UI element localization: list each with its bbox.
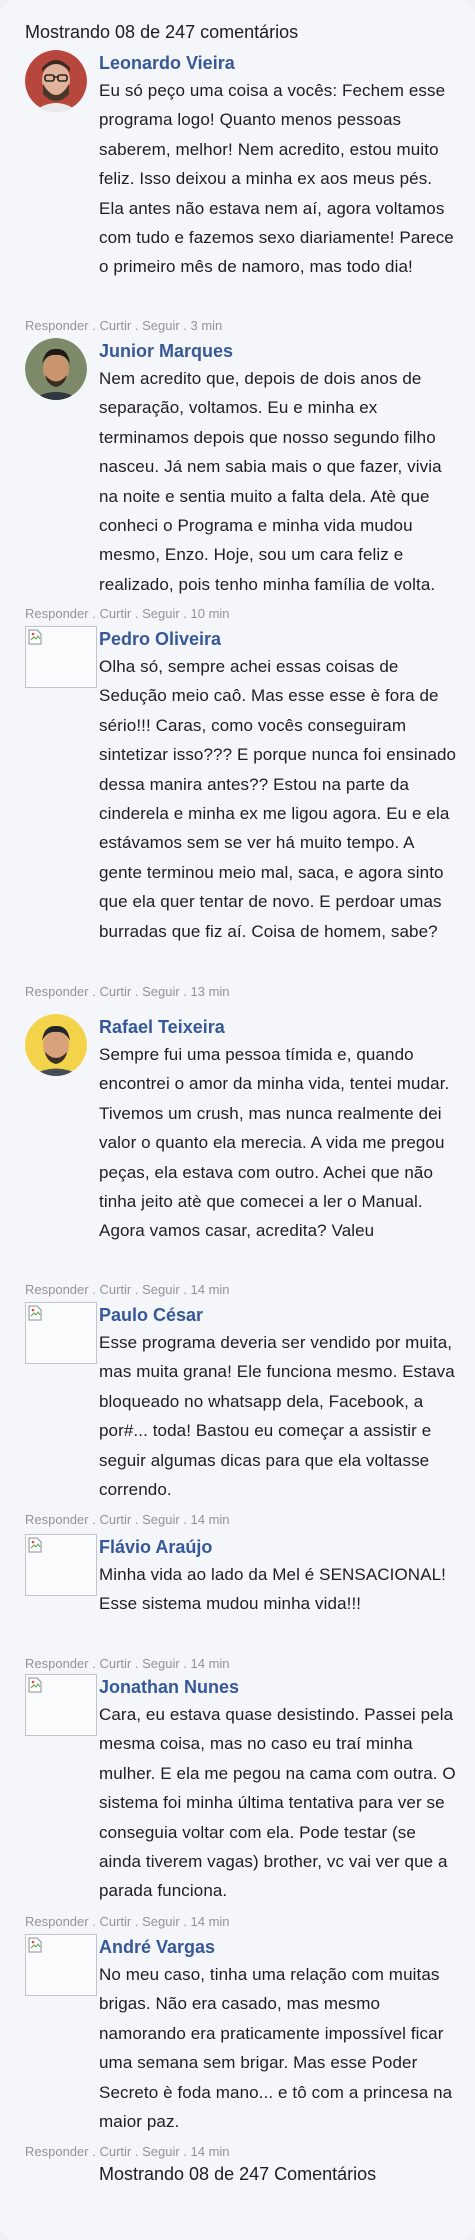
timestamp: 14 min <box>190 1914 230 1929</box>
avatar-photo-icon <box>25 338 87 400</box>
comment-actions: Responder . Curtir . Seguir . 10 min <box>25 606 230 621</box>
avatar[interactable] <box>25 338 87 400</box>
timestamp: 14 min <box>190 1282 230 1297</box>
reply-link[interactable]: Responder <box>25 318 89 333</box>
separator: . <box>131 2144 143 2159</box>
broken-image-icon <box>28 1937 42 1953</box>
separator: . <box>179 2144 191 2159</box>
separator: . <box>179 1914 191 1929</box>
commenter-name[interactable]: Flávio Araújo <box>99 1534 459 1560</box>
timestamp: 3 min <box>190 318 223 333</box>
commenter-name[interactable]: Rafael Teixeira <box>99 1014 459 1040</box>
separator: . <box>88 2144 100 2159</box>
comment-text: No meu caso, tinha uma relação com muita… <box>99 1965 453 2132</box>
separator: . <box>131 1914 143 1929</box>
like-link[interactable]: Curtir <box>99 1656 131 1671</box>
broken-image-icon <box>28 629 42 645</box>
comment-text: Minha vida ao lado da Mel é SENSACIONAL!… <box>99 1565 447 1614</box>
separator: . <box>88 1656 100 1671</box>
comment-text: Olha só, sempre achei essas coisas de Se… <box>99 657 457 941</box>
reply-link[interactable]: Responder <box>25 1282 89 1297</box>
separator: . <box>88 1512 100 1527</box>
like-link[interactable]: Curtir <box>99 984 131 999</box>
reply-link[interactable]: Responder <box>25 1656 89 1671</box>
reply-link[interactable]: Responder <box>25 984 89 999</box>
commenter-name[interactable]: Junior Marques <box>99 338 459 364</box>
comment-actions: Responder . Curtir . Seguir . 14 min <box>25 1282 230 1297</box>
commenter-name[interactable]: Paulo César <box>99 1302 459 1328</box>
like-link[interactable]: Curtir <box>99 1512 131 1527</box>
commenter-name[interactable]: Pedro Oliveira <box>99 626 459 652</box>
comment-actions: Responder . Curtir . Seguir . 14 min <box>25 1914 230 1929</box>
separator: . <box>88 318 100 333</box>
reply-link[interactable]: Responder <box>25 1512 89 1527</box>
separator: . <box>179 1282 191 1297</box>
separator: . <box>131 1512 143 1527</box>
broken-image-icon <box>28 1677 42 1693</box>
comment-actions: Responder . Curtir . Seguir . 14 min <box>25 1656 230 1671</box>
timestamp: 14 min <box>190 1656 230 1671</box>
separator: . <box>131 1656 143 1671</box>
comment-actions: Responder . Curtir . Seguir . 14 min <box>25 1512 230 1527</box>
avatar[interactable] <box>25 1674 97 1736</box>
separator: . <box>179 1512 191 1527</box>
like-link[interactable]: Curtir <box>99 318 131 333</box>
follow-link[interactable]: Seguir <box>142 1914 180 1929</box>
follow-link[interactable]: Seguir <box>142 1656 180 1671</box>
avatar[interactable] <box>25 626 97 688</box>
comment-text: Sempre fui uma pessoa tímida e, quando e… <box>99 1045 450 1241</box>
comments-panel: Mostrando 08 de 247 comentários Leonardo… <box>0 0 475 2240</box>
avatar[interactable] <box>25 50 87 112</box>
follow-link[interactable]: Seguir <box>142 1282 180 1297</box>
like-link[interactable]: Curtir <box>99 1282 131 1297</box>
reply-link[interactable]: Responder <box>25 2144 89 2159</box>
separator: . <box>131 1282 143 1297</box>
reply-link[interactable]: Responder <box>25 606 89 621</box>
follow-link[interactable]: Seguir <box>142 606 180 621</box>
timestamp: 14 min <box>190 1512 230 1527</box>
separator: . <box>88 1914 100 1929</box>
reply-link[interactable]: Responder <box>25 1914 89 1929</box>
avatar[interactable] <box>25 1302 97 1364</box>
follow-link[interactable]: Seguir <box>142 2144 180 2159</box>
timestamp: 14 min <box>190 2144 230 2159</box>
follow-link[interactable]: Seguir <box>142 1512 180 1527</box>
comment-actions: Responder . Curtir . Seguir . 3 min <box>25 318 222 333</box>
separator: . <box>88 984 100 999</box>
commenter-name[interactable]: Leonardo Vieira <box>99 50 459 76</box>
comments-count-header: Mostrando 08 de 247 comentários <box>25 22 299 42</box>
separator: . <box>88 606 100 621</box>
separator: . <box>179 1656 191 1671</box>
follow-link[interactable]: Seguir <box>142 318 180 333</box>
separator: . <box>179 606 191 621</box>
separator: . <box>131 606 143 621</box>
separator: . <box>179 318 191 333</box>
separator: . <box>179 984 191 999</box>
comment-text: Eu só peço uma coisa a vocês: Fechem ess… <box>99 81 454 277</box>
comment-actions: Responder . Curtir . Seguir . 14 min <box>25 2144 230 2159</box>
commenter-name[interactable]: Jonathan Nunes <box>99 1674 459 1700</box>
broken-image-icon <box>28 1537 42 1553</box>
avatar[interactable] <box>25 1014 87 1076</box>
separator: . <box>88 1282 100 1297</box>
separator: . <box>131 318 143 333</box>
timestamp: 10 min <box>190 606 230 621</box>
like-link[interactable]: Curtir <box>99 606 131 621</box>
commenter-name[interactable]: André Vargas <box>99 1934 459 1960</box>
avatar[interactable] <box>25 1934 97 1996</box>
comment-text: Esse programa deveria ser vendido por mu… <box>99 1333 455 1500</box>
comment-text: Cara, eu estava quase desistindo. Passei… <box>99 1705 456 1901</box>
avatar-photo-icon <box>25 50 87 112</box>
avatar-photo-icon <box>25 1014 87 1076</box>
avatar[interactable] <box>25 1534 97 1596</box>
like-link[interactable]: Curtir <box>99 2144 131 2159</box>
timestamp: 13 min <box>190 984 230 999</box>
separator: . <box>131 984 143 999</box>
comments-count-footer: Mostrando 08 de 247 Comentários <box>99 2164 377 2184</box>
follow-link[interactable]: Seguir <box>142 984 180 999</box>
comment-text: Nem acredito que, depois de dois anos de… <box>99 369 442 594</box>
broken-image-icon <box>28 1305 42 1321</box>
comment-actions: Responder . Curtir . Seguir . 13 min <box>25 984 230 999</box>
like-link[interactable]: Curtir <box>99 1914 131 1929</box>
